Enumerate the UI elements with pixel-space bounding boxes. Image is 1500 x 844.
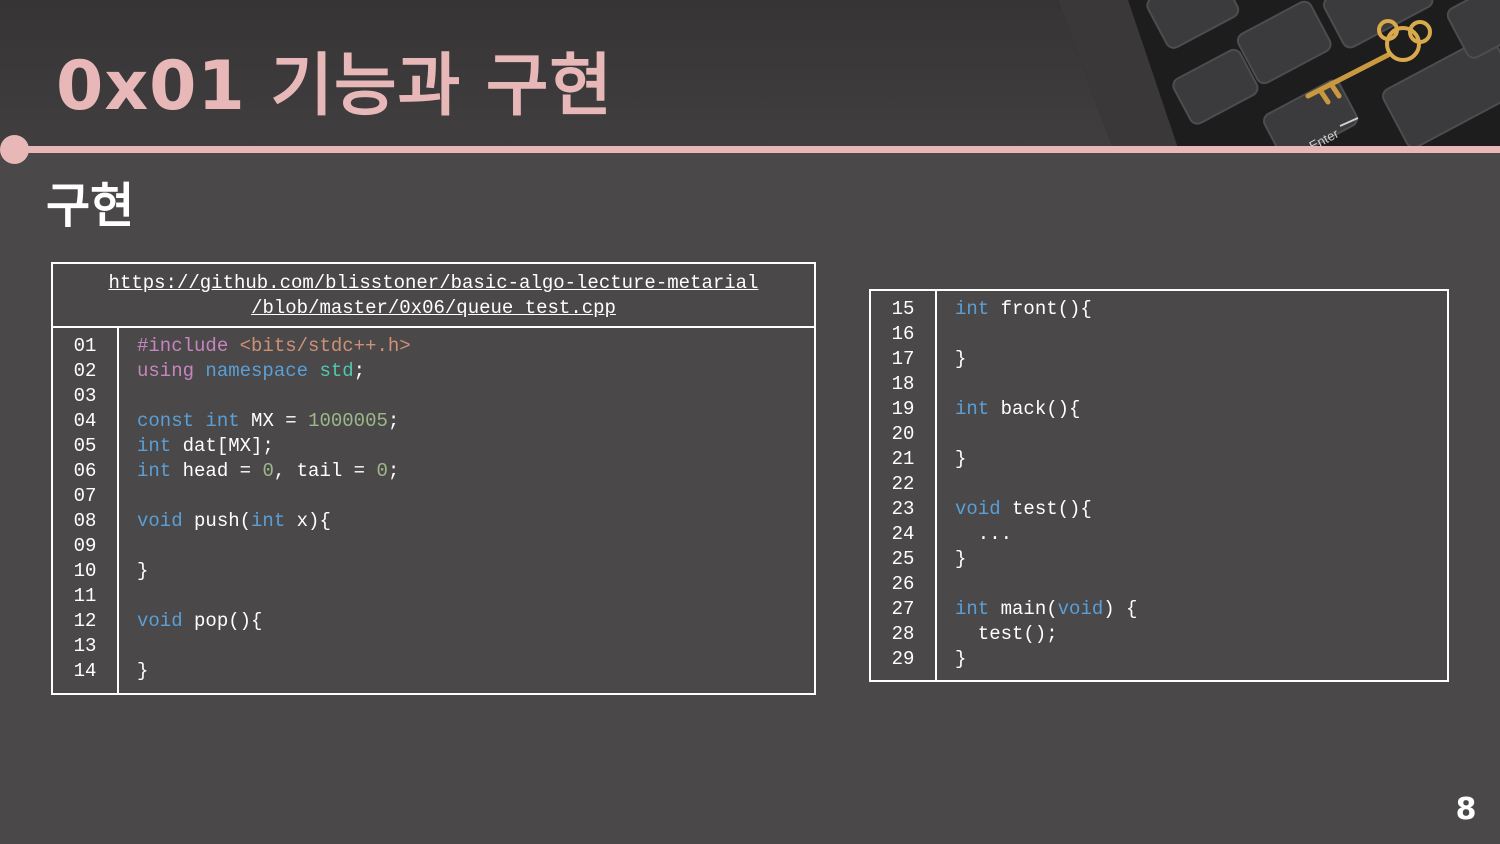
line-number: 06	[73, 460, 97, 482]
code-line: int front(){	[955, 298, 1092, 320]
line-number: 09	[73, 535, 97, 557]
slide-header: 0x01 기능과 구현 Enter	[0, 0, 1500, 148]
line-number: 17	[891, 348, 915, 370]
code-line: ...	[955, 523, 1013, 545]
line-number-gutter: 15 16 17 18 19 20 21 22 23 24 25 26 27 2…	[871, 291, 937, 680]
code-body-left: 01 02 03 04 05 06 07 08 09 10 11 12 13 1…	[53, 328, 814, 693]
code-body-right: 15 16 17 18 19 20 21 22 23 24 25 26 27 2…	[871, 291, 1447, 680]
line-number: 12	[73, 610, 97, 632]
code-line: void push(int x){	[137, 510, 331, 532]
line-number: 28	[891, 623, 915, 645]
line-number: 26	[891, 573, 915, 595]
code-line: }	[955, 648, 967, 670]
line-number: 27	[891, 598, 915, 620]
code-line: void pop(){	[137, 610, 263, 632]
line-number: 20	[891, 423, 915, 445]
code-line: }	[955, 348, 967, 370]
accent-rule	[14, 146, 1500, 153]
line-number: 18	[891, 373, 915, 395]
line-number: 21	[891, 448, 915, 470]
line-number: 14	[73, 660, 97, 682]
line-number: 13	[73, 635, 97, 657]
code-line: }	[137, 560, 149, 582]
code-line: }	[955, 448, 967, 470]
line-number: 11	[73, 585, 97, 607]
line-number: 08	[73, 510, 97, 532]
code-line: }	[137, 660, 149, 682]
code-line: #include <bits/stdc++.h>	[137, 335, 411, 357]
line-number: 23	[891, 498, 915, 520]
line-number: 24	[891, 523, 915, 545]
line-number: 07	[73, 485, 97, 507]
code-panel-right: 15 16 17 18 19 20 21 22 23 24 25 26 27 2…	[869, 289, 1449, 682]
slide-title: 0x01 기능과 구현	[56, 47, 613, 126]
line-number: 10	[73, 560, 97, 582]
source-url: https://github.com/blisstoner/basic-algo…	[53, 264, 814, 328]
code-line: int main(void) {	[955, 598, 1138, 620]
line-number: 29	[891, 648, 915, 670]
section-subtitle: 구현	[46, 178, 135, 234]
line-number-gutter: 01 02 03 04 05 06 07 08 09 10 11 12 13 1…	[53, 328, 119, 693]
code-line: const int MX = 1000005;	[137, 410, 400, 432]
line-number: 05	[73, 435, 97, 457]
code-line: void test(){	[955, 498, 1092, 520]
source-url-link-line1[interactable]: https://github.com/blisstoner/basic-algo…	[53, 271, 814, 296]
page-number: 8	[1455, 792, 1477, 827]
line-number: 25	[891, 548, 915, 570]
code-line: using namespace std;	[137, 360, 366, 382]
code-lines-left: #include <bits/stdc++.h> using namespace …	[137, 328, 814, 684]
line-number: 01	[73, 335, 97, 357]
line-number: 15	[891, 298, 915, 320]
line-number: 03	[73, 385, 97, 407]
code-line: int head = 0, tail = 0;	[137, 460, 400, 482]
source-url-link-line2[interactable]: /blob/master/0x06/queue_test.cpp	[53, 296, 814, 321]
code-line: test();	[955, 623, 1058, 645]
line-number: 22	[891, 473, 915, 495]
line-number: 19	[891, 398, 915, 420]
line-number: 04	[73, 410, 97, 432]
code-panel-left: https://github.com/blisstoner/basic-algo…	[51, 262, 816, 695]
line-number: 16	[891, 323, 915, 345]
accent-dot	[0, 135, 29, 164]
line-number: 02	[73, 360, 97, 382]
code-line: }	[955, 548, 967, 570]
key-on-keyboard-icon: Enter	[1058, 0, 1500, 148]
code-line: int dat[MX];	[137, 435, 274, 457]
code-line: int back(){	[955, 398, 1081, 420]
code-lines-right: int front(){ } int back(){ } void test()…	[955, 291, 1447, 672]
